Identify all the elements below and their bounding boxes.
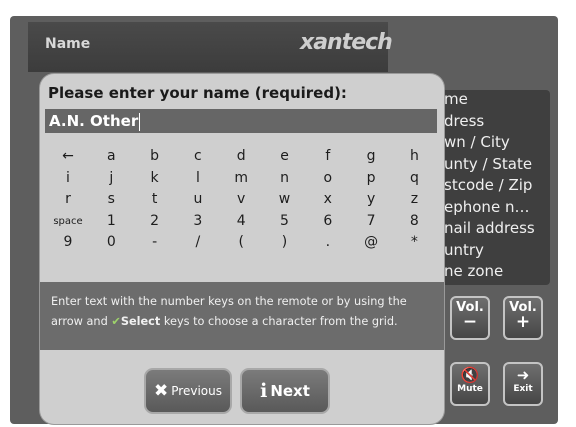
character-key[interactable]: k xyxy=(135,168,175,189)
field-list-item[interactable]: untry xyxy=(444,241,484,259)
field-list-item[interactable]: dress xyxy=(444,112,484,130)
character-key[interactable]: j xyxy=(91,168,131,189)
backspace-key[interactable]: ← xyxy=(48,146,88,167)
character-key[interactable]: ) xyxy=(265,232,305,253)
field-list-item[interactable]: me xyxy=(444,90,468,108)
next-label: Next xyxy=(270,382,310,400)
name-input[interactable]: A.N. Other xyxy=(45,109,437,133)
character-key[interactable]: g xyxy=(351,146,391,167)
next-button[interactable]: i Next xyxy=(240,368,330,414)
character-key[interactable]: 8 xyxy=(394,211,434,232)
character-grid: ← a b c d e f g h i j k l m n o p q r s t u v w x y z space 1 2 3 4 5 6 7 8… xyxy=(48,146,438,254)
character-key[interactable]: u xyxy=(178,189,218,210)
exit-button[interactable]: ➜ Exit xyxy=(503,362,543,406)
character-key[interactable]: s xyxy=(91,189,131,210)
character-key[interactable]: a xyxy=(91,146,131,167)
field-list-item[interactable]: ephone n… xyxy=(444,198,529,216)
character-key[interactable]: n xyxy=(265,168,305,189)
character-grid-row: ← a b c d e f g h xyxy=(48,146,438,168)
close-icon: ✖ xyxy=(154,381,169,401)
character-key[interactable]: 2 xyxy=(135,211,175,232)
character-grid-row: ijklmnopq xyxy=(48,168,438,190)
character-key[interactable]: c xyxy=(178,146,218,167)
info-icon: i xyxy=(260,380,268,402)
character-key[interactable]: . xyxy=(308,232,348,253)
previous-label: Previous xyxy=(171,384,222,398)
volume-up-button[interactable]: Vol. + xyxy=(503,296,543,340)
character-key[interactable]: @ xyxy=(351,232,391,253)
character-key[interactable]: p xyxy=(351,168,391,189)
character-key[interactable]: 5 xyxy=(265,211,305,232)
character-key[interactable]: ( xyxy=(221,232,261,253)
character-grid-row: 9 0- /(). @ * xyxy=(48,232,438,254)
character-key[interactable]: 4 xyxy=(221,211,261,232)
page-title: Name xyxy=(45,36,91,52)
brand-logo: xantech xyxy=(300,30,393,55)
character-key[interactable]: 1 xyxy=(91,211,131,232)
name-input-value: A.N. Other xyxy=(49,112,139,130)
character-key[interactable]: b xyxy=(135,146,175,167)
prompt-label: Please enter your name (required): xyxy=(48,84,347,102)
field-list-item[interactable]: wn / City xyxy=(444,133,510,151)
character-key[interactable]: d xyxy=(221,146,261,167)
field-list-item[interactable]: ne zone xyxy=(444,262,503,280)
space-key[interactable]: space xyxy=(48,211,88,232)
volume-down-button[interactable]: Vol. − xyxy=(450,296,490,340)
character-key[interactable]: * xyxy=(394,232,434,253)
character-key[interactable]: 6 xyxy=(308,211,348,232)
checkmark-icon: ✔ xyxy=(111,315,121,328)
character-key[interactable]: w xyxy=(265,189,305,210)
exit-label: Exit xyxy=(513,384,533,394)
character-key[interactable]: m xyxy=(221,168,261,189)
character-key[interactable]: h xyxy=(394,146,434,167)
minus-icon: − xyxy=(462,312,478,332)
help-panel: Enter text with the number keys on the r… xyxy=(40,282,444,350)
character-key[interactable]: / xyxy=(178,232,218,253)
character-key[interactable]: o xyxy=(308,168,348,189)
character-key[interactable]: t xyxy=(135,189,175,210)
help-select-label: Select xyxy=(120,315,161,328)
character-key[interactable]: y xyxy=(351,189,391,210)
field-list-item[interactable]: unty / State xyxy=(444,155,532,173)
character-key[interactable]: r xyxy=(48,189,88,210)
character-grid-row: space 1 2 3 4 5 6 7 8 xyxy=(48,211,438,233)
character-key[interactable]: e xyxy=(265,146,305,167)
character-key[interactable]: 0 xyxy=(91,232,131,253)
character-key[interactable]: 7 xyxy=(351,211,391,232)
character-grid-row: rstuvwxyz xyxy=(48,189,438,211)
character-key[interactable]: - xyxy=(135,232,175,253)
character-key[interactable]: v xyxy=(221,189,261,210)
text-caret xyxy=(139,112,141,131)
help-text-2: keys to choose a character from the grid… xyxy=(163,315,398,328)
character-key[interactable]: q xyxy=(394,168,434,189)
character-key[interactable]: l xyxy=(178,168,218,189)
character-key[interactable]: f xyxy=(308,146,348,167)
character-key[interactable]: 9 xyxy=(48,232,88,253)
plus-icon: + xyxy=(515,312,531,332)
field-list-item[interactable]: stcode / Zip xyxy=(444,176,532,194)
character-key[interactable]: i xyxy=(48,168,88,189)
name-entry-dialog: Please enter your name (required): A.N. … xyxy=(40,74,444,424)
field-list-item[interactable]: nail address xyxy=(444,219,535,237)
character-key[interactable]: z xyxy=(394,189,434,210)
character-key[interactable]: 3 xyxy=(178,211,218,232)
exit-icon: ➜ xyxy=(516,366,530,384)
mute-button[interactable]: 🔇 Mute xyxy=(450,362,490,406)
previous-button[interactable]: ✖ Previous xyxy=(144,368,232,414)
mute-icon: 🔇 xyxy=(460,366,480,384)
mute-label: Mute xyxy=(457,384,483,394)
character-key[interactable]: x xyxy=(308,189,348,210)
